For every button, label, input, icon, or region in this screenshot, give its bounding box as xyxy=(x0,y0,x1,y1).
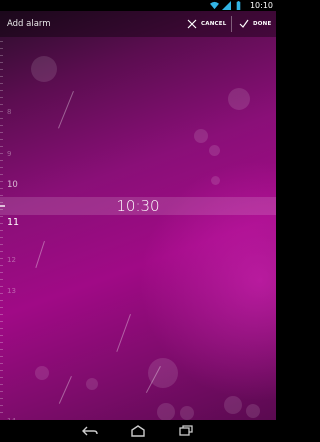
alarm-editor: Add alarm CANCEL DONE 8 9 10 11 12 13 14… xyxy=(0,11,276,420)
close-icon xyxy=(187,19,197,29)
ruler-tick xyxy=(0,76,3,77)
done-button[interactable]: DONE xyxy=(239,11,271,37)
ruler-tick xyxy=(0,258,3,259)
bubble-decoration xyxy=(211,176,220,185)
home-button[interactable] xyxy=(130,425,146,437)
ruler-tick xyxy=(0,356,3,357)
hour-label: 10 xyxy=(7,180,18,190)
ruler-tick xyxy=(0,244,3,245)
ruler-tick xyxy=(0,83,3,84)
bubble-decoration xyxy=(246,404,260,418)
hour-label: 11 xyxy=(7,217,20,228)
ruler-tick xyxy=(0,398,3,399)
ruler-tick xyxy=(0,335,3,336)
ruler-tick xyxy=(0,237,3,238)
status-bar: 10:10 xyxy=(0,0,276,11)
streak-decoration xyxy=(58,91,74,129)
ruler-tick xyxy=(0,104,3,105)
bubble-decoration xyxy=(194,129,208,143)
check-icon xyxy=(239,19,249,28)
battery-icon xyxy=(236,1,241,10)
ruler-tick xyxy=(0,132,3,133)
ruler-tick xyxy=(0,167,3,168)
cancel-label: CANCEL xyxy=(201,21,227,27)
ruler-tick xyxy=(0,272,3,273)
ruler-tick xyxy=(0,265,3,266)
ruler-tick xyxy=(0,286,3,287)
ruler-tick xyxy=(0,391,3,392)
hour-label: 12 xyxy=(7,256,16,264)
ruler-tick xyxy=(0,314,3,315)
recent-apps-icon xyxy=(179,425,193,436)
recent-apps-button[interactable] xyxy=(178,425,194,437)
ruler-tick xyxy=(0,153,3,154)
page-title: Add alarm xyxy=(7,19,51,29)
ruler-tick xyxy=(0,195,3,196)
ruler-tick xyxy=(0,342,3,343)
ruler-tick xyxy=(0,41,3,42)
ruler-tick xyxy=(0,174,3,175)
ruler-tick xyxy=(0,384,3,385)
ruler-tick xyxy=(0,300,3,301)
ruler-tick xyxy=(0,349,3,350)
selected-time: 10:30 xyxy=(116,197,160,215)
bubble-decoration xyxy=(86,378,98,390)
ruler-tick xyxy=(0,111,3,112)
ruler-tick xyxy=(0,62,3,63)
action-divider xyxy=(231,16,232,32)
ruler-tick xyxy=(0,160,3,161)
ruler-tick xyxy=(0,223,3,224)
status-icons xyxy=(210,1,243,10)
wifi-icon xyxy=(210,1,219,10)
hour-label: 9 xyxy=(7,150,12,158)
ruler-tick xyxy=(0,377,3,378)
ruler-tick xyxy=(0,370,3,371)
ruler-tick xyxy=(0,90,3,91)
ruler-tick xyxy=(0,181,3,182)
hour-label: 8 xyxy=(7,108,12,116)
hour-ruler[interactable]: 8 9 10 11 12 13 14 xyxy=(0,37,40,420)
ruler-tick xyxy=(0,321,3,322)
bubble-decoration xyxy=(148,358,178,388)
ruler-tick xyxy=(0,307,3,308)
status-time: 10:10 xyxy=(249,1,273,10)
ruler-tick xyxy=(0,328,3,329)
ruler-tick xyxy=(0,146,3,147)
selected-time-band[interactable]: 10:30 xyxy=(0,197,276,215)
ruler-tick xyxy=(0,216,3,217)
home-icon xyxy=(131,425,145,437)
streak-decoration xyxy=(58,376,72,404)
ruler-tick xyxy=(0,69,3,70)
ruler-tick xyxy=(0,125,3,126)
ruler-tick xyxy=(0,405,3,406)
navigation-bar xyxy=(0,420,276,442)
ruler-tick xyxy=(0,412,3,413)
ruler-tick xyxy=(0,363,3,364)
bubble-decoration xyxy=(157,403,175,420)
ruler-tick xyxy=(0,188,3,189)
ruler-tick xyxy=(0,48,3,49)
bubble-decoration xyxy=(228,88,250,110)
ruler-tick xyxy=(0,139,3,140)
ruler-tick xyxy=(0,293,3,294)
action-bar: Add alarm CANCEL DONE xyxy=(0,11,276,37)
streak-decoration xyxy=(116,314,131,352)
ruler-tick xyxy=(0,97,3,98)
bubble-decoration xyxy=(180,406,194,420)
ruler-tick xyxy=(0,230,3,231)
hour-label: 13 xyxy=(7,287,16,295)
cancel-button[interactable]: CANCEL xyxy=(187,11,226,37)
ruler-tick xyxy=(0,55,3,56)
done-label: DONE xyxy=(253,21,272,27)
bubble-decoration xyxy=(224,396,242,414)
back-icon xyxy=(82,426,98,436)
back-button[interactable] xyxy=(82,425,98,437)
ruler-tick xyxy=(0,279,3,280)
ruler-tick xyxy=(0,251,3,252)
ruler-tick xyxy=(0,118,3,119)
bubble-decoration xyxy=(209,145,220,156)
signal-icon xyxy=(222,1,231,10)
